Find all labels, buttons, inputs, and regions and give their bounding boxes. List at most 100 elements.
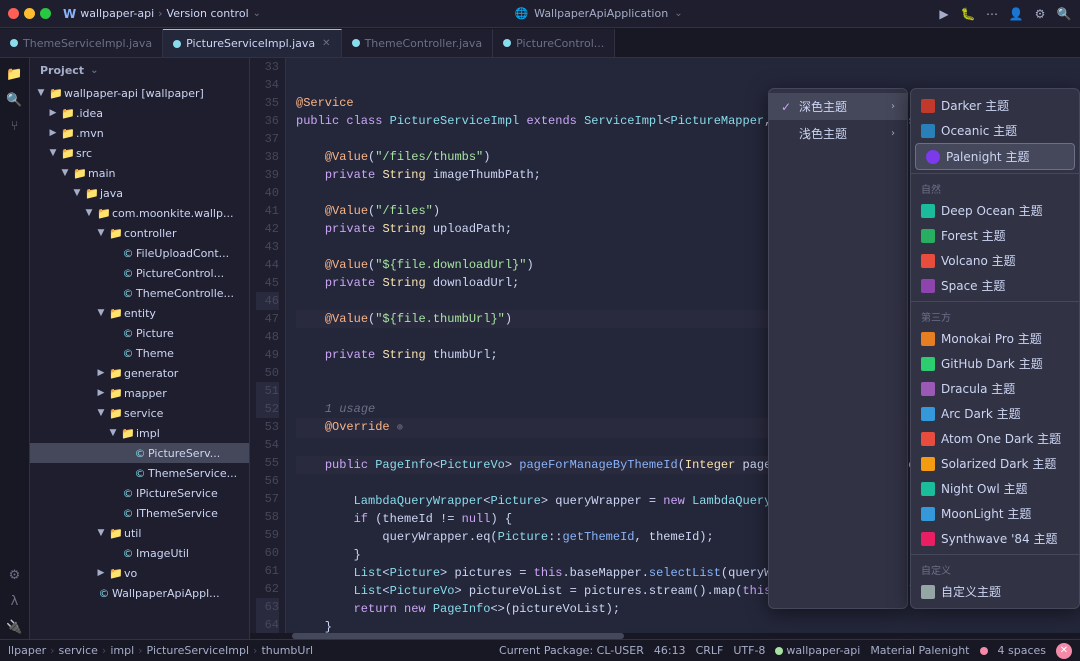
breadcrumb-llpaper[interactable]: llpaper: [8, 644, 46, 657]
plugin-icon[interactable]: 🔌: [3, 615, 27, 639]
tree-mvn[interactable]: ▶ 📁 .mvn: [30, 123, 249, 143]
tab-themecontroller[interactable]: ThemeController.java: [342, 29, 494, 57]
branch-dot-icon: [775, 647, 783, 655]
run-button[interactable]: ▶: [936, 6, 952, 22]
theme-synthwave[interactable]: Synthwave '84 主题: [911, 526, 1079, 551]
theme-name[interactable]: Material Palenight: [870, 644, 969, 657]
theme-submenu[interactable]: ✓ 深色主题 › 浅色主题 ›: [768, 88, 908, 609]
maximize-dot[interactable]: [40, 8, 51, 19]
dark-theme-item[interactable]: ✓ 深色主题 ›: [769, 93, 907, 120]
theme-atom-one-dark[interactable]: Atom One Dark 主题: [911, 426, 1079, 451]
tree-service[interactable]: ▼ 📁 service: [30, 403, 249, 423]
tree-vo[interactable]: ▶ 📁 vo: [30, 563, 249, 583]
theme-custom[interactable]: 自定义主题: [911, 579, 1079, 604]
theme-section-natural: 自然: [911, 177, 1079, 198]
tree-entity[interactable]: ▼ 📁 entity: [30, 303, 249, 323]
tab-picturecontrol[interactable]: PictureControl...: [493, 29, 615, 57]
theme-moonlight[interactable]: MoonLight 主题: [911, 501, 1079, 526]
light-theme-item[interactable]: 浅色主题 ›: [769, 120, 907, 147]
more-button[interactable]: ⋯: [984, 6, 1000, 22]
tree-picturecontrol[interactable]: © PictureControl...: [30, 263, 249, 283]
tree-ithemeservice[interactable]: © IThemeService: [30, 503, 249, 523]
line-ending[interactable]: CRLF: [696, 644, 724, 657]
project-name[interactable]: W wallpaper-api › Version control ⌄: [63, 7, 261, 21]
sidebar-header[interactable]: Project ⌄: [30, 58, 249, 83]
theme-color-icon: [921, 407, 935, 421]
theme-space[interactable]: Space 主题: [911, 273, 1079, 298]
theme-github-dark[interactable]: GitHub Dark 主题: [911, 351, 1079, 376]
debug-button[interactable]: 🐛: [960, 6, 976, 22]
breadcrumb-method[interactable]: thumbUrl: [261, 644, 313, 657]
tree-fileupload[interactable]: © FileUploadCont...: [30, 243, 249, 263]
indent-spaces[interactable]: 4 spaces: [998, 644, 1047, 657]
theme-monokai[interactable]: Monokai Pro 主题: [911, 326, 1079, 351]
tree-themecontroller[interactable]: © ThemeControlle...: [30, 283, 249, 303]
breadcrumb-impl[interactable]: impl: [110, 644, 134, 657]
tab-close-icon[interactable]: ✕: [322, 38, 330, 49]
theme-picker-menu[interactable]: Darker 主题 Oceanic 主题 Palenight 主题 自然 Dee…: [910, 88, 1080, 609]
sidebar: Project ⌄ ▼ 📁 wallpaper-api [wallpaper] …: [30, 58, 250, 639]
terminal-icon[interactable]: λ: [3, 589, 27, 613]
tree-java[interactable]: ▼ 📁 java: [30, 183, 249, 203]
settings-icon[interactable]: ⚙: [3, 563, 27, 587]
theme-forest[interactable]: Forest 主题: [911, 223, 1079, 248]
java-file-icon: ©: [120, 547, 136, 560]
breadcrumb-service[interactable]: service: [59, 644, 98, 657]
theme-oceanic[interactable]: Oceanic 主题: [911, 118, 1079, 143]
folder-icon: 📁: [108, 407, 124, 420]
tree-wallpaperapiapp[interactable]: © WallpaperApiAppl...: [30, 583, 249, 603]
tree-util[interactable]: ▼ 📁 util: [30, 523, 249, 543]
tree-package[interactable]: ▼ 📁 com.moonkite.wallp...: [30, 203, 249, 223]
error-icon[interactable]: ✕: [1056, 643, 1072, 659]
user-button[interactable]: 👤: [1008, 6, 1024, 22]
folder-icon[interactable]: 📁: [3, 62, 27, 86]
tree-pictureserv-active[interactable]: © PictureServ...: [30, 443, 249, 463]
tree-picture-entity[interactable]: © Picture: [30, 323, 249, 343]
horizontal-scrollbar[interactable]: [250, 633, 1080, 639]
tree-mapper[interactable]: ▶ 📁 mapper: [30, 383, 249, 403]
theme-arc-dark[interactable]: Arc Dark 主题: [911, 401, 1079, 426]
theme-palenight[interactable]: Palenight 主题: [915, 143, 1075, 170]
tree-controller[interactable]: ▼ 📁 controller: [30, 223, 249, 243]
search-button[interactable]: 🔍: [1056, 6, 1072, 22]
tree-src[interactable]: ▼ 📁 src: [30, 143, 249, 163]
theme-solarized-dark[interactable]: Solarized Dark 主题: [911, 451, 1079, 476]
theme-night-owl[interactable]: Night Owl 主题: [911, 476, 1079, 501]
tree-impl[interactable]: ▼ 📁 impl: [30, 423, 249, 443]
chevron-right-icon: ▶: [94, 368, 108, 378]
tree-theme-entity[interactable]: © Theme: [30, 343, 249, 363]
status-breadcrumb: llpaper › service › impl › PictureServic…: [8, 644, 499, 657]
title-right[interactable]: ▶ 🐛 ⋯ 👤 ⚙ 🔍: [936, 6, 1072, 22]
window-controls[interactable]: [8, 8, 51, 19]
current-package[interactable]: Current Package: CL-USER: [499, 644, 644, 657]
git-branch[interactable]: wallpaper-api: [775, 644, 860, 657]
folder-icon: 📁: [108, 567, 124, 580]
minimize-dot[interactable]: [24, 8, 35, 19]
settings-button[interactable]: ⚙: [1032, 6, 1048, 22]
tree-generator[interactable]: ▶ 📁 generator: [30, 363, 249, 383]
tree-idea[interactable]: ▶ 📁 .idea: [30, 103, 249, 123]
tree-root[interactable]: ▼ 📁 wallpaper-api [wallpaper]: [30, 83, 249, 103]
theme-color-icon: [921, 585, 935, 599]
tree-themeservice[interactable]: © ThemeService...: [30, 463, 249, 483]
theme-divider: [911, 554, 1079, 555]
close-dot[interactable]: [8, 8, 19, 19]
tab-themeserviceimpl[interactable]: ThemeServiceImpl.java: [0, 29, 163, 57]
tree-main[interactable]: ▼ 📁 main: [30, 163, 249, 183]
theme-deep-ocean[interactable]: Deep Ocean 主题: [911, 198, 1079, 223]
tree-imageutil[interactable]: © ImageUtil: [30, 543, 249, 563]
theme-volcano[interactable]: Volcano 主题: [911, 248, 1079, 273]
tree-ipictureservice[interactable]: © IPictureService: [30, 483, 249, 503]
editor-area[interactable]: 33 34 35 36 37 38 39 40 41 42 43 44 45 4…: [250, 58, 1080, 639]
theme-dracula[interactable]: Dracula 主题: [911, 376, 1079, 401]
theme-darker[interactable]: Darker 主题: [911, 93, 1079, 118]
git-icon[interactable]: ⑂: [3, 114, 27, 138]
chevron-down-icon: ▼: [94, 308, 108, 318]
folder-icon: 📁: [108, 307, 124, 320]
tab-pictureserviceimpl[interactable]: PictureServiceImpl.java ✕: [163, 29, 341, 57]
chevron-down-icon: ▼: [34, 88, 48, 98]
breadcrumb-class[interactable]: PictureServiceImpl: [147, 644, 249, 657]
cursor-position[interactable]: 46:13: [654, 644, 686, 657]
search-icon[interactable]: 🔍: [3, 88, 27, 112]
encoding[interactable]: UTF-8: [733, 644, 765, 657]
